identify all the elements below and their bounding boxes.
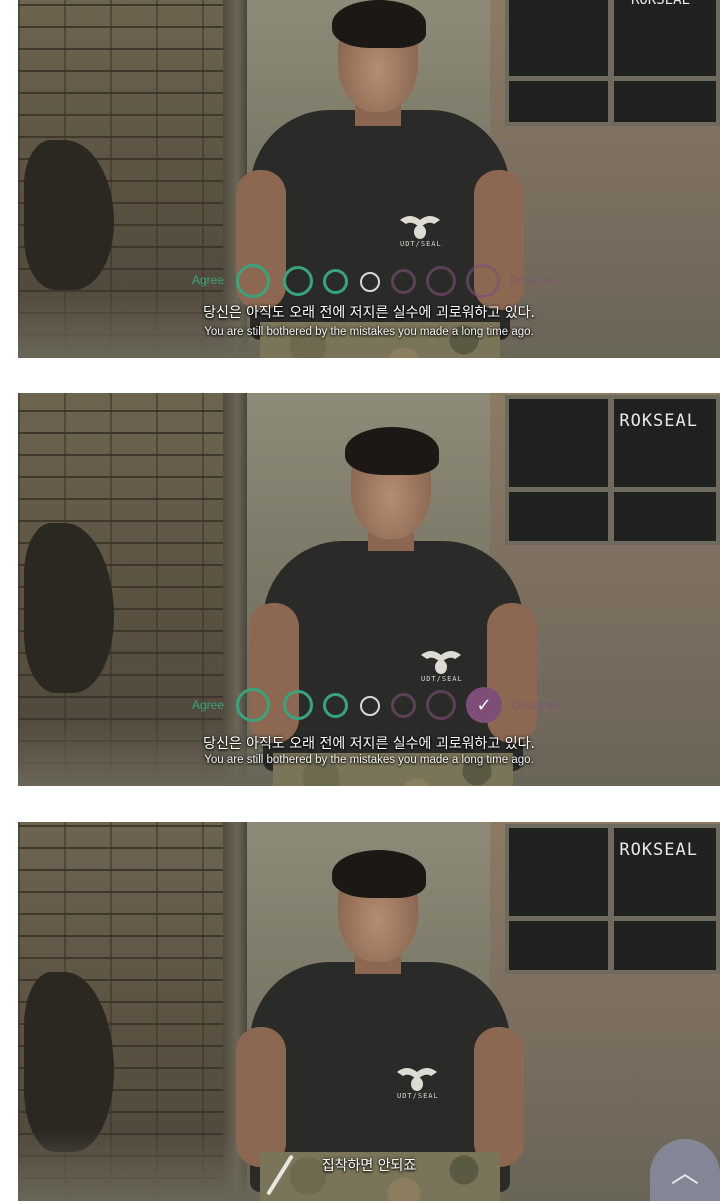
chevron-up-icon: ︿	[670, 1157, 699, 1188]
subtitle-english: You are still bothered by the mistakes y…	[204, 754, 534, 766]
scale-option-7-selected[interactable]: ✓	[466, 687, 502, 723]
brand-logo: ROKSEAL	[619, 411, 698, 431]
scale-option-4[interactable]	[360, 272, 380, 292]
scale-option-3[interactable]	[323, 693, 348, 718]
scale-option-2[interactable]	[283, 266, 313, 296]
scale-option-1[interactable]	[236, 688, 270, 722]
agree-label: Agree	[192, 273, 225, 287]
disagree-label: Disagree	[510, 273, 559, 287]
video-frame-2: UDT/SEAL ROKSEAL Agree ✓ Disagree 당신은 아직…	[18, 393, 720, 786]
window	[505, 0, 720, 126]
person: UDT/SEAL	[249, 393, 537, 786]
shirt-emblem-text: UDT/SEAL	[397, 1092, 439, 1100]
brand-logo-cropped: ROKSEAL	[630, 0, 690, 8]
scale-option-5[interactable]	[391, 693, 416, 718]
scale-option-3[interactable]	[323, 269, 348, 294]
scale-option-4[interactable]	[360, 696, 380, 716]
video-frame-3: UDT/SEAL ROKSEAL 집착하면 안되죠 ︿	[18, 822, 720, 1201]
hair	[332, 850, 426, 898]
scale-option-6[interactable]	[426, 266, 456, 296]
hair	[332, 0, 426, 48]
agree-label: Agree	[192, 698, 225, 712]
frog-emblem-icon	[395, 1062, 439, 1092]
disagree-label: Disagree	[512, 698, 561, 712]
scale-option-5[interactable]	[391, 269, 416, 294]
scale-option-1[interactable]	[236, 264, 270, 298]
frog-emblem-icon	[398, 210, 442, 240]
shirt-emblem-text: UDT/SEAL	[421, 675, 463, 683]
subtitle-korean: 당신은 아직도 오래 전에 저지른 실수에 괴로워하고 있다.	[203, 305, 535, 321]
left-arm	[236, 1027, 286, 1167]
scale-option-7[interactable]	[466, 264, 500, 298]
scale-option-6[interactable]	[426, 690, 456, 720]
shirt-emblem-text: UDT/SEAL	[400, 240, 442, 248]
subtitle-korean: 당신은 아직도 오래 전에 저지른 실수에 괴로워하고 있다.	[203, 736, 535, 752]
person: UDT/SEAL	[236, 822, 524, 1201]
video-frame-1: UDT/SEAL ROKSEAL Agree Disagree 당신은 아직도 …	[18, 0, 720, 358]
agree-scale: Agree Disagree	[18, 262, 720, 302]
scroll-to-top-button[interactable]: ︿	[650, 1139, 720, 1201]
brand-logo: ROKSEAL	[619, 840, 698, 860]
subtitle-korean: 집착하면 안되죠	[321, 1158, 417, 1174]
frog-emblem-icon	[419, 645, 463, 675]
check-icon: ✓	[476, 694, 492, 715]
hair	[345, 427, 439, 475]
agree-scale: Agree ✓ Disagree	[18, 686, 720, 726]
scale-option-2[interactable]	[283, 690, 313, 720]
right-arm	[474, 1027, 524, 1167]
subtitle-english: You are still bothered by the mistakes y…	[204, 326, 534, 338]
